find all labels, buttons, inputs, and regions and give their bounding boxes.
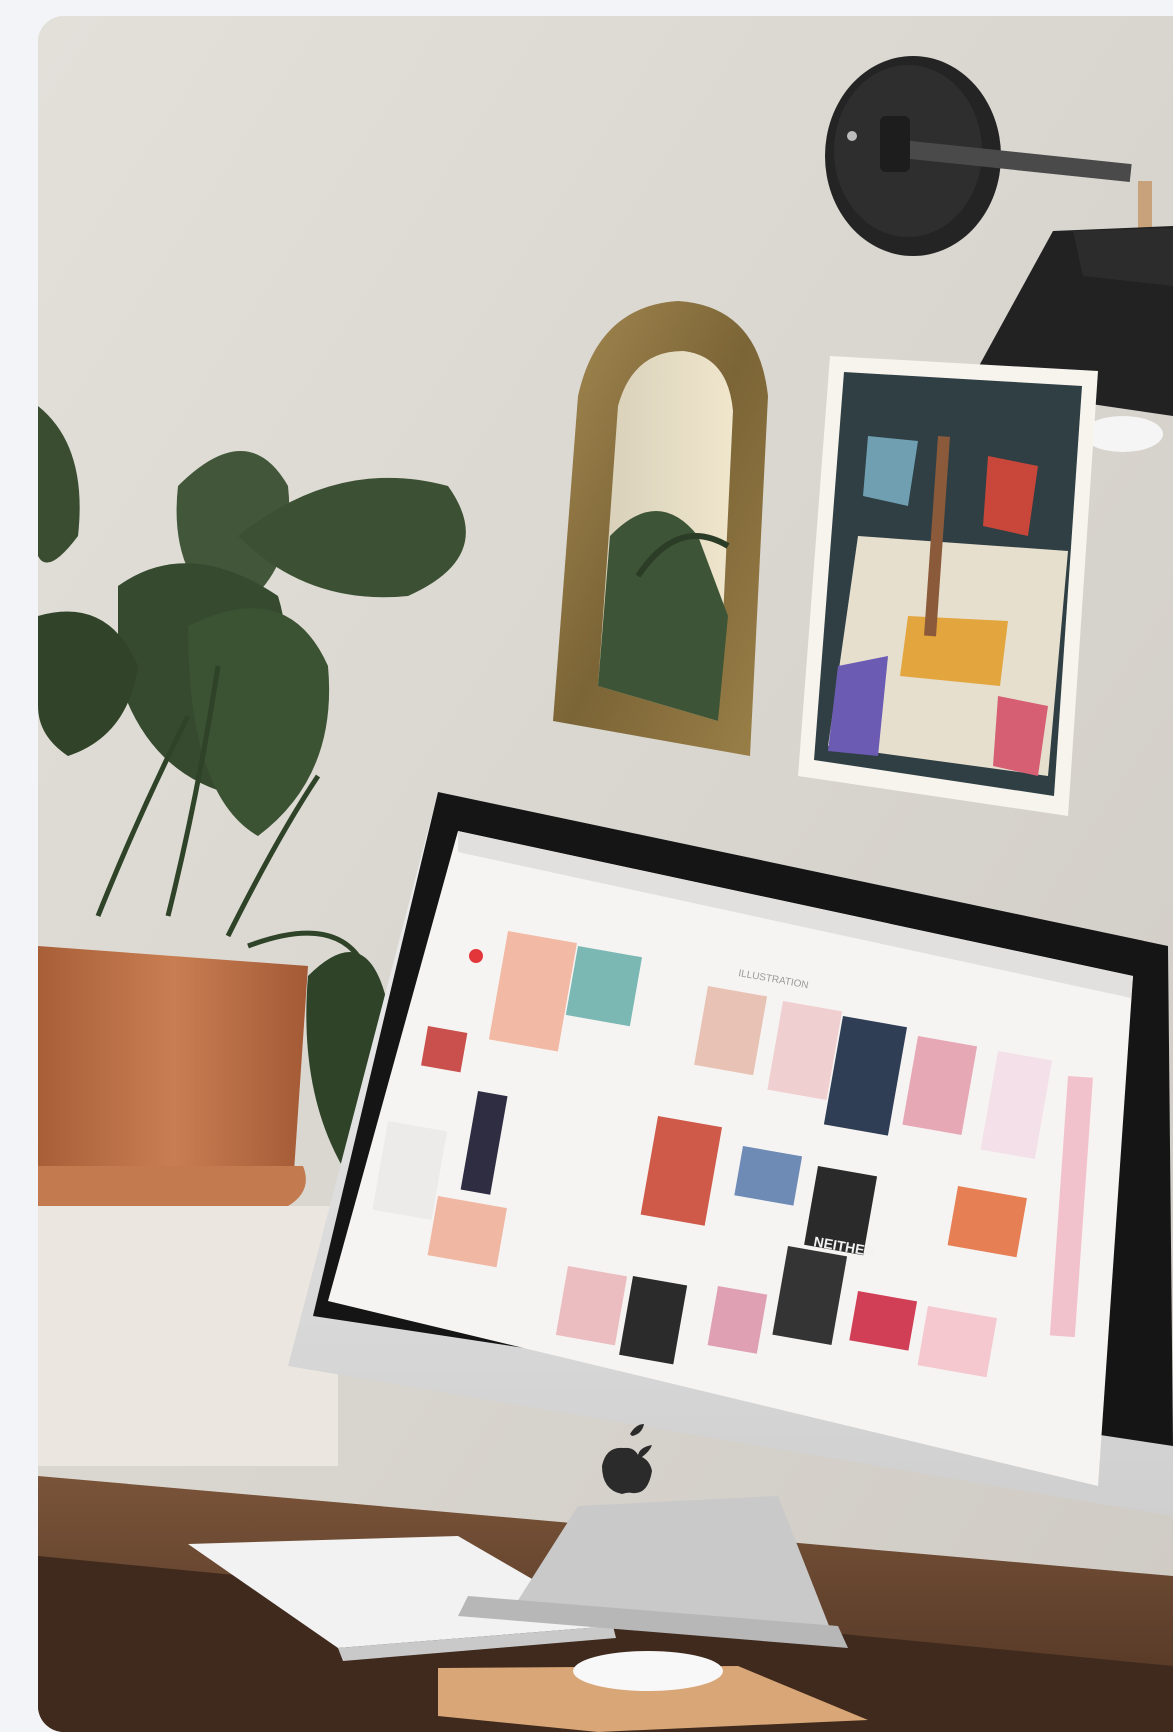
photo-scene: ILLUSTRATION NEITHER: [38, 16, 1173, 1732]
plant-pot: [38, 946, 338, 1466]
wall-print: [798, 356, 1098, 816]
photo-card: ILLUSTRATION NEITHER: [38, 16, 1173, 1732]
plus-circle-icon: [469, 949, 483, 963]
